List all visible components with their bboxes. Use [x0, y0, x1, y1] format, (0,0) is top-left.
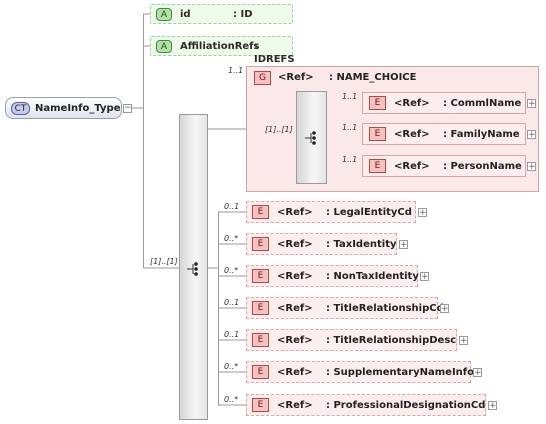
element-name: : FamilyName: [443, 129, 520, 140]
plus-icon[interactable]: +: [488, 401, 497, 411]
element-ref: <Ref>: [394, 129, 430, 140]
element-ref: <Ref>: [394, 98, 430, 109]
group-ref: <Ref>: [278, 72, 314, 83]
element-cardinality: 1..1: [342, 92, 358, 101]
plus-icon[interactable]: +: [527, 99, 536, 109]
attribute-badge: A: [156, 40, 172, 53]
plus-icon[interactable]: +: [418, 208, 427, 218]
element-name: : TaxIdentity: [326, 239, 397, 250]
element-name: : NonTaxIdentity: [326, 271, 419, 282]
element-badge: E: [252, 205, 269, 219]
group-badge: G: [254, 71, 271, 85]
attribute-badge: A: [156, 8, 172, 21]
element-ref: <Ref>: [277, 400, 313, 411]
element-badge: E: [252, 398, 269, 412]
plus-icon[interactable]: +: [473, 368, 482, 378]
element-ref: <Ref>: [277, 207, 313, 218]
element-name: : CommlName: [443, 98, 522, 109]
element-badge: E: [369, 96, 386, 110]
plus-icon[interactable]: +: [527, 162, 536, 172]
element-cardinality: 0..1: [224, 298, 240, 307]
attribute-name: AffiliationRefs: [180, 41, 260, 52]
sequence-compositor[interactable]: [179, 114, 208, 420]
element-ref: <Ref>: [277, 303, 313, 314]
plus-icon[interactable]: +: [459, 336, 468, 346]
plus-icon[interactable]: +: [399, 240, 408, 250]
element-name: : ProfessionalDesignationCd: [326, 400, 486, 411]
element-professionaldesignationcd[interactable]: E <Ref> : ProfessionalDesignationCd: [246, 394, 486, 416]
plus-icon[interactable]: +: [440, 304, 449, 314]
element-name: : TitleRelationshipCd: [326, 303, 444, 314]
element-name: : TitleRelationshipDesc: [326, 335, 457, 346]
element-nontaxidentity[interactable]: E <Ref> : NonTaxIdentity: [246, 265, 419, 287]
element-badge: E: [369, 127, 386, 141]
attribute-id[interactable]: A id : ID: [150, 4, 293, 24]
element-name: : SupplementaryNameInfo: [326, 367, 475, 378]
element-familyname[interactable]: E <Ref> : FamilyName: [362, 123, 526, 145]
element-personname[interactable]: E <Ref> : PersonName: [362, 155, 526, 177]
element-name: : LegalEntityCd: [326, 207, 412, 218]
element-cardinality: 0..1: [224, 202, 240, 211]
element-cardinality: 1..1: [342, 123, 358, 132]
complex-type-name: NameInfo_Type: [35, 103, 121, 114]
element-badge: E: [369, 159, 386, 173]
attribute-type: : IDREFS: [254, 41, 295, 65]
group-name: : NAME_CHOICE: [329, 72, 417, 83]
element-cardinality: 1..1: [342, 155, 358, 164]
element-taxidentity[interactable]: E <Ref> : TaxIdentity: [246, 233, 397, 255]
element-ref: <Ref>: [394, 161, 430, 172]
collapse-icon[interactable]: −: [123, 104, 132, 113]
choice-cardinality: [1]..[1]: [265, 125, 293, 134]
element-name: : PersonName: [443, 161, 522, 172]
sequence-cardinality: [1]..[1]: [150, 257, 178, 266]
element-badge: E: [252, 301, 269, 315]
element-badge: E: [252, 237, 269, 251]
attribute-affiliationrefs[interactable]: A AffiliationRefs : IDREFS: [150, 36, 295, 65]
element-legalentitycd[interactable]: E <Ref> : LegalEntityCd: [246, 201, 416, 223]
element-badge: E: [252, 333, 269, 347]
sequence-icon: [187, 262, 198, 276]
element-cardinality: 0..*: [224, 266, 239, 275]
element-ref: <Ref>: [277, 239, 313, 250]
complex-type-badge: CT: [11, 102, 30, 115]
choice-compositor[interactable]: [296, 91, 327, 184]
element-cardinality: 0..*: [224, 395, 239, 404]
group-cardinality: 1..1: [228, 66, 244, 75]
element-supplementarynameinfo[interactable]: E <Ref> : SupplementaryNameInfo: [246, 361, 475, 383]
element-ref: <Ref>: [277, 367, 313, 378]
element-commlname[interactable]: E <Ref> : CommlName: [362, 92, 526, 114]
element-titlerelationshipdesc[interactable]: E <Ref> : TitleRelationshipDesc: [246, 329, 457, 351]
sequence-icon: [305, 131, 316, 145]
element-badge: E: [252, 269, 269, 283]
element-cardinality: 0..*: [224, 234, 239, 243]
element-titlerelationshipcd[interactable]: E <Ref> : TitleRelationshipCd: [246, 297, 444, 319]
attribute-type: : ID: [233, 9, 253, 20]
element-cardinality: 0..*: [224, 362, 239, 371]
plus-icon[interactable]: +: [527, 130, 536, 140]
element-ref: <Ref>: [277, 271, 313, 282]
element-badge: E: [252, 365, 269, 379]
complex-type-box[interactable]: CT NameInfo_Type: [5, 97, 122, 119]
plus-icon[interactable]: +: [420, 272, 429, 282]
attribute-name: id: [180, 9, 191, 20]
element-cardinality: 0..1: [224, 330, 240, 339]
element-ref: <Ref>: [277, 335, 313, 346]
